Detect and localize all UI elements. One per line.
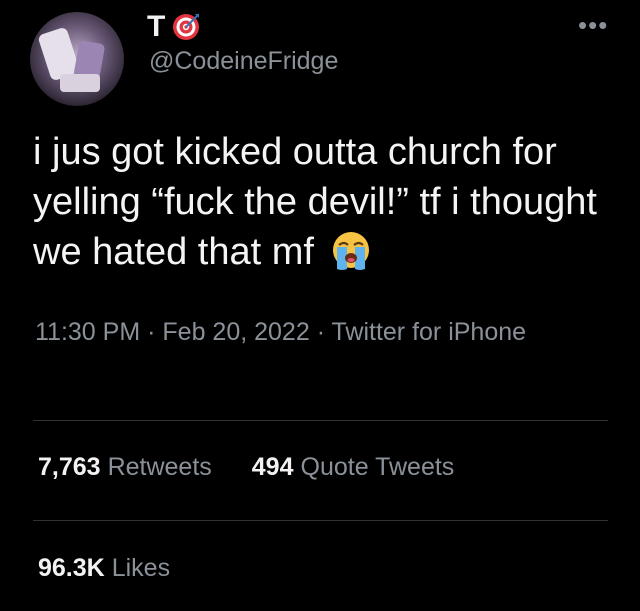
tweet-text: i jus got kicked outta church for yellin… [33,127,613,277]
tweet-body: i jus got kicked outta church for yellin… [33,131,597,273]
display-name[interactable]: T [147,10,200,44]
target-icon [173,14,200,40]
avatar[interactable] [30,12,124,106]
quote-tweets-label: Quote Tweets [300,453,455,481]
meta-separator: · [147,318,156,346]
tweet-time[interactable]: 11:30 PM [35,318,140,346]
display-name-text: T [147,10,167,43]
tweet-date[interactable]: Feb 20, 2022 [162,318,309,346]
divider [33,520,608,521]
loudly-crying-face-icon [332,232,369,270]
likes-count: 96.3K [38,554,105,582]
likes-label: Likes [111,554,171,582]
more-options-icon[interactable]: ••• [578,12,608,38]
retweets-count: 7,763 [38,453,101,481]
user-handle[interactable]: @CodeineFridge [149,47,338,76]
avatar-figure [60,74,100,92]
tweet-source[interactable]: Twitter for iPhone [332,318,527,346]
quote-tweets-stat[interactable]: 494 Quote Tweets [252,453,455,482]
tweet-meta: 11:30 PM · Feb 20, 2022 · Twitter for iP… [35,313,555,351]
tweet-card: T @CodeineFridge ••• i jus got kicked ou… [0,0,640,611]
retweets-stat[interactable]: 7,763 Retweets [38,453,212,482]
likes-stat[interactable]: 96.3K Likes [38,554,170,583]
meta-separator: · [316,318,326,346]
quote-tweets-count: 494 [251,453,294,481]
engagement-stats: 7,763 Retweets 494 Quote Tweets [38,453,454,482]
retweets-label: Retweets [107,453,212,481]
divider [33,420,608,421]
